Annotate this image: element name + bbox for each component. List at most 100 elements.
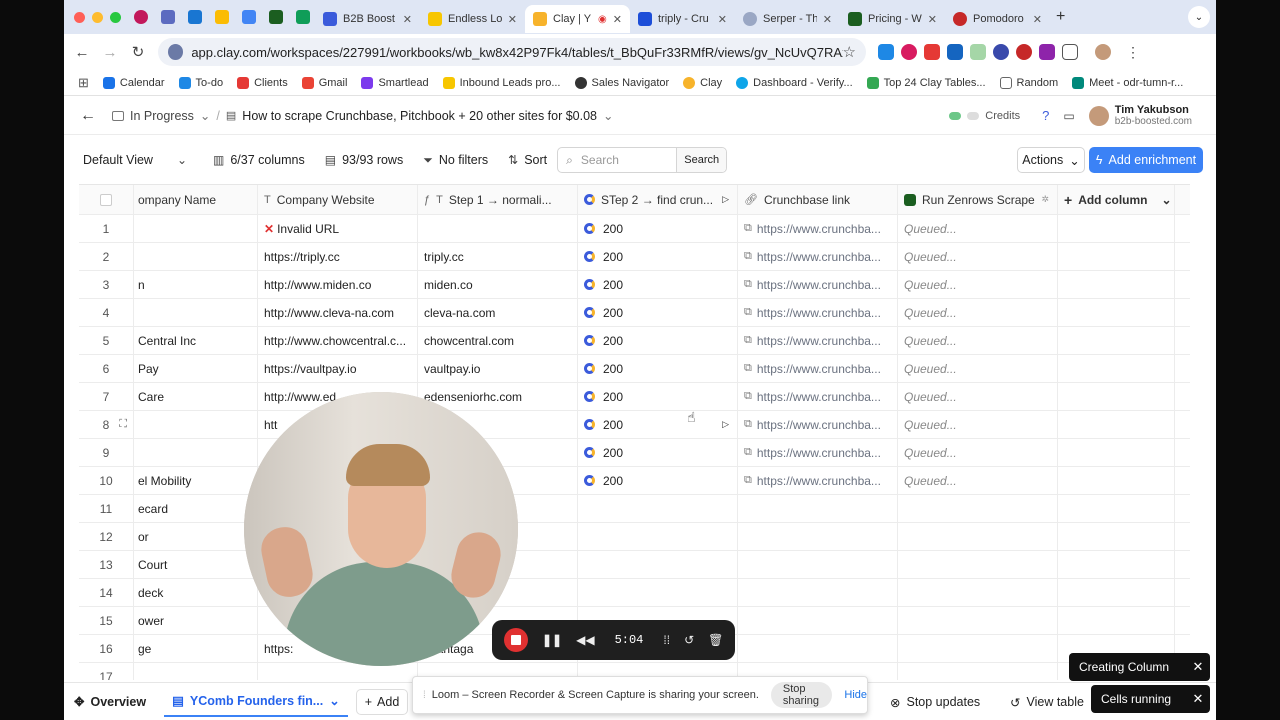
pinned-tab[interactable] [264,5,288,29]
close-tab-icon[interactable]: ✕ [613,13,622,26]
zenrows-cell[interactable] [898,635,1058,662]
close-icon[interactable]: ✕ [1186,659,1210,675]
pinned-tab[interactable] [129,5,153,29]
view-table-button[interactable]: ↺ View table [1010,683,1084,720]
pinned-tab[interactable] [183,5,207,29]
column-header[interactable]: ompany Name [134,185,258,214]
empty-cell[interactable] [1058,607,1175,634]
step2-cell[interactable]: 200 [578,215,738,242]
empty-cell[interactable] [1058,523,1175,550]
company-name-cell[interactable]: ower [134,607,258,634]
url-field[interactable]: app.clay.com/workspaces/227991/workbooks… [158,38,866,66]
row-number[interactable]: 9 [79,439,134,466]
crunchbase-link-cell[interactable] [738,495,898,522]
credits-indicator[interactable]: Credits [949,110,1020,122]
back-arrow-icon[interactable]: ← [64,107,112,125]
company-name-cell[interactable] [134,299,258,326]
bookmark-star-icon[interactable]: ☆ [843,43,856,61]
overview-button[interactable]: ✥ Overview [74,694,146,710]
external-link-icon[interactable]: ⧉ [744,222,752,235]
close-tab-icon[interactable]: ✕ [1033,13,1042,26]
crunchbase-link-cell[interactable]: ⧉ https://www.crunchba... [738,299,898,326]
crunchbase-link-cell[interactable]: ⧉ https://www.crunchba... [738,439,898,466]
external-link-icon[interactable]: ⧉ [744,278,752,291]
company-name-cell[interactable]: Pay [134,355,258,382]
external-link-icon[interactable]: ⧉ [744,446,752,459]
search-input[interactable]: ⌕ Search Search [557,147,728,173]
zenrows-cell[interactable]: Queued... [898,215,1058,242]
step2-cell[interactable] [578,495,738,522]
cell-link[interactable]: https://www.crunchba... [757,222,881,236]
table-row[interactable]: 2 https://triply.cc triply.cc 200 ⧉ https://w… [79,243,1190,271]
page-title[interactable]: How to scrape Crunchbase, Pitchbook + 20… [242,109,597,123]
cell-link[interactable]: https://www.crunchba... [757,362,881,376]
row-number[interactable]: 13 [79,551,134,578]
zenrows-cell[interactable]: Queued... [898,439,1058,466]
step2-cell[interactable]: 200 [578,327,738,354]
inbox-icon[interactable]: ▭ [1063,109,1074,123]
add-column-button[interactable]: + Add column ⌄ [1058,185,1175,214]
empty-cell[interactable] [1058,271,1175,298]
external-link-icon[interactable]: ⧉ [744,390,752,403]
rows-button[interactable]: ▤ 93/93 rows [325,153,404,167]
forward-arrow-icon[interactable]: → [96,44,124,61]
step1-cell[interactable]: triply.cc [418,243,578,270]
row-number[interactable]: 12 [79,523,134,550]
company-name-cell[interactable]: n [134,271,258,298]
company-website-cell[interactable]: https://vaultpay.io [258,355,418,382]
empty-cell[interactable] [1058,411,1175,438]
empty-cell[interactable] [1058,327,1175,354]
external-link-icon[interactable]: ⧉ [744,418,752,431]
zenrows-cell[interactable] [898,663,1058,680]
empty-cell[interactable] [1058,551,1175,578]
user-menu[interactable]: Tim Yakubson b2b-boosted.com [1088,104,1192,128]
table-row[interactable]: 6 Pay https://vaultpay.io vaultpay.io 200 ⧉ ht… [79,355,1190,383]
cell-link[interactable]: https://www.crunchba... [757,474,881,488]
company-name-cell[interactable] [134,411,258,438]
cell-link[interactable]: https://www.crunchba... [757,250,881,264]
company-name-cell[interactable]: ge [134,635,258,662]
zenrows-cell[interactable]: Queued... [898,243,1058,270]
company-website-cell[interactable]: https://triply.cc [258,243,418,270]
table-row[interactable]: 1 ✕ Invalid URL 200 ⧉ https://www.crunchba...… [79,215,1190,243]
tab[interactable]: triply - Cru ✕ [630,5,735,33]
sheet-tab-active[interactable]: ▤ YComb Founders fin... ⌄ [164,687,348,717]
company-website-cell[interactable]: http://www.cleva-na.com [258,299,418,326]
chevron-down-icon[interactable]: ⌄ [603,108,613,123]
company-website-cell[interactable]: ✕ Invalid URL [258,215,418,242]
row-number[interactable]: 14 [79,579,134,606]
crunchbase-link-cell[interactable] [738,551,898,578]
company-name-cell[interactable] [134,215,258,242]
column-header[interactable]: STep 2 → find crun... ▷ [578,185,738,214]
cell-link[interactable]: https://www.crunchba... [757,306,881,320]
table-row[interactable]: 4 http://www.cleva-na.com cleva-na.com 200 ⧉… [79,299,1190,327]
bookmark-item[interactable]: Sales Navigator [574,76,669,89]
reload-icon[interactable]: ↻ [124,43,152,61]
close-icon[interactable]: ✕ [1186,691,1210,707]
step2-cell[interactable]: 200 [578,299,738,326]
bookmark-item[interactable]: Calendar [102,76,165,89]
site-info-icon[interactable] [168,44,184,60]
zenrows-cell[interactable]: Queued... [898,299,1058,326]
play-icon[interactable]: ▷ [722,419,729,430]
drag-handle-icon[interactable]: ⁞ [423,690,426,701]
close-tab-icon[interactable]: ✕ [823,13,832,26]
chevron-down-icon[interactable]: ⌄ [329,693,339,708]
step2-cell[interactable]: 200 [578,243,738,270]
zenrows-cell[interactable] [898,551,1058,578]
pinned-tab[interactable] [210,5,234,29]
row-number[interactable]: 6 [79,355,134,382]
zenrows-cell[interactable] [898,607,1058,634]
step1-cell[interactable]: cleva-na.com [418,299,578,326]
bookmark-item[interactable]: Meet - odr-tumn-r... [1072,76,1183,89]
close-tab-icon[interactable]: ✕ [508,13,517,26]
row-number[interactable]: 7 [79,383,134,410]
tab-active[interactable]: Clay | Y ◉ ✕ [525,5,630,33]
extension-icon[interactable] [1039,44,1055,60]
close-window-button[interactable] [74,11,85,23]
cell-link[interactable]: https://www.crunchba... [757,418,881,432]
bookmark-item[interactable]: Top 24 Clay Tables... [866,76,986,89]
external-link-icon[interactable]: ⧉ [744,306,752,319]
empty-cell[interactable] [1058,243,1175,270]
company-name-cell[interactable] [134,663,258,680]
